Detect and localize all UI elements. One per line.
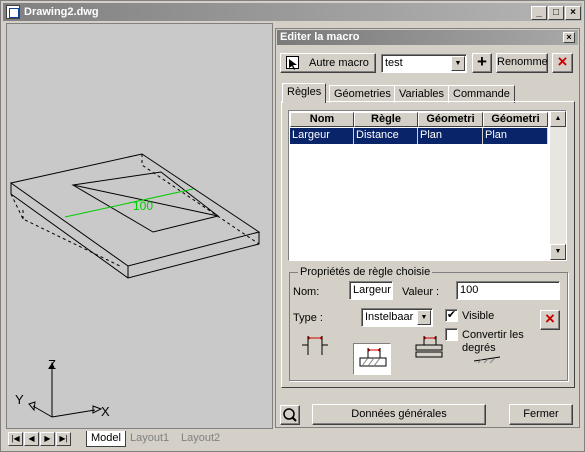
dialog-title: Editer la macro — [280, 31, 360, 43]
close-dialog-button[interactable]: Fermer — [509, 404, 573, 425]
rules-tab-panel: Nom Règle Géometri Géometri Largeur Dist… — [281, 101, 575, 388]
minimize-button[interactable]: _ — [531, 6, 547, 20]
edit-macro-dialog: Editer la macro × Autre macro test ▼ + R… — [275, 28, 580, 428]
select-cursor-icon — [286, 56, 299, 70]
name-field[interactable]: Largeur — [349, 281, 393, 300]
ucs-x-axis — [51, 409, 96, 418]
ucs-y-axis — [32, 405, 53, 418]
dimension-line — [64, 188, 194, 218]
properties-legend: Propriétés de règle choisie — [298, 266, 433, 278]
box-hidden-edge-a — [10, 193, 123, 268]
table-cell-regle[interactable]: Distance — [354, 128, 418, 144]
ucs-y-arrow-icon — [28, 401, 36, 412]
column-header-geometrie-2[interactable]: Géometri — [483, 112, 548, 127]
macro-select[interactable]: test ▼ — [381, 54, 467, 73]
scroll-up-icon[interactable]: ▲ — [550, 111, 566, 127]
table-scrollbar[interactable]: ▲ ▼ — [550, 111, 566, 260]
chevron-down-icon[interactable]: ▼ — [451, 56, 465, 71]
distance-plane-icon-button[interactable] — [353, 343, 391, 375]
tab-model[interactable]: Model — [86, 431, 126, 447]
ucs-z-label: Z — [48, 357, 56, 372]
delete-macro-button[interactable]: × — [552, 53, 573, 73]
other-macro-label: Autre macro — [309, 57, 369, 69]
rules-table[interactable]: Nom Règle Géometri Géometri Largeur Dist… — [288, 110, 567, 261]
delete-rule-button[interactable]: × — [540, 310, 560, 330]
scroll-down-icon[interactable]: ▼ — [550, 244, 566, 260]
add-macro-button[interactable]: + — [472, 53, 492, 73]
layout-tab-bar: |◀ ◀ ▶ ▶| Model Layout1 Layout2 — [6, 431, 273, 447]
hatch-plane-icon — [473, 356, 501, 364]
type-label: Type : — [293, 312, 323, 324]
table-cell-geometrie-2[interactable]: Plan — [483, 128, 548, 144]
rename-button[interactable]: Renomme — [496, 53, 548, 73]
first-layout-button[interactable]: |◀ — [8, 432, 23, 446]
next-layout-button[interactable]: ▶ — [40, 432, 55, 446]
column-header-geometrie-1[interactable]: Géometri — [418, 112, 483, 127]
title-bar[interactable]: Drawing2.dwg _ □ × — [3, 3, 582, 21]
magnifier-icon — [283, 408, 297, 422]
convert-label-line1: Convertir les — [462, 329, 524, 341]
rule-properties-group: Propriétés de règle choisie Nom: Largeur… — [289, 266, 568, 381]
last-layout-button[interactable]: ▶| — [56, 432, 71, 446]
ucs-y-label: Y — [15, 392, 24, 407]
dialog-close-button[interactable]: × — [563, 32, 575, 43]
close-button[interactable]: × — [565, 6, 581, 20]
dimension-text: 100 — [133, 199, 153, 213]
tab-layout2[interactable]: Layout2 — [177, 431, 224, 447]
ucs-x-arrow-icon — [92, 405, 103, 414]
type-select-value: Instelbaar b — [365, 311, 423, 323]
distance-edge-icon-button[interactable] — [410, 331, 448, 361]
dialog-title-bar[interactable]: Editer la macro × — [277, 30, 578, 45]
macro-select-value: test — [385, 57, 403, 69]
tab-regles[interactable]: Règles — [282, 83, 327, 103]
other-macro-button[interactable]: Autre macro — [280, 53, 376, 73]
drawing-file-icon[interactable] — [6, 5, 20, 19]
column-header-nom[interactable]: Nom — [290, 112, 354, 127]
table-cell-nom[interactable]: Largeur — [290, 128, 354, 144]
visible-label: Visible — [462, 310, 495, 322]
general-data-button[interactable]: Données générales — [312, 404, 486, 425]
distance-between-parts-icon — [302, 336, 328, 355]
visible-checkbox[interactable]: ✔ — [445, 309, 458, 322]
value-label: Valeur : — [402, 286, 440, 298]
distance-plane-icon — [359, 348, 387, 367]
distance-icon-button[interactable] — [296, 331, 334, 361]
value-field[interactable]: 100 — [456, 281, 560, 300]
distance-edge-icon — [415, 336, 443, 358]
drawing-canvas[interactable]: 100 Z Y X — [6, 23, 273, 429]
main-window: Drawing2.dwg _ □ × 100 Z Y X |◀ ◀ ▶ ▶| M… — [0, 0, 585, 452]
maximize-button[interactable]: □ — [548, 6, 564, 20]
tab-layout1[interactable]: Layout1 — [126, 431, 173, 447]
window-title: Drawing2.dwg — [24, 6, 99, 18]
chevron-down-icon[interactable]: ▼ — [417, 310, 431, 325]
prev-layout-button[interactable]: ◀ — [24, 432, 39, 446]
angle-icon-button[interactable] — [468, 351, 506, 365]
name-label: Nom: — [293, 286, 320, 298]
column-header-regle[interactable]: Règle — [354, 112, 418, 127]
drawing-svg: 100 Z Y X — [9, 153, 261, 419]
type-select[interactable]: Instelbaar b ▼ — [361, 308, 433, 327]
zoom-button[interactable] — [280, 405, 300, 425]
ucs-x-label: X — [101, 404, 110, 419]
table-cell-geometrie-1[interactable]: Plan — [418, 128, 483, 144]
